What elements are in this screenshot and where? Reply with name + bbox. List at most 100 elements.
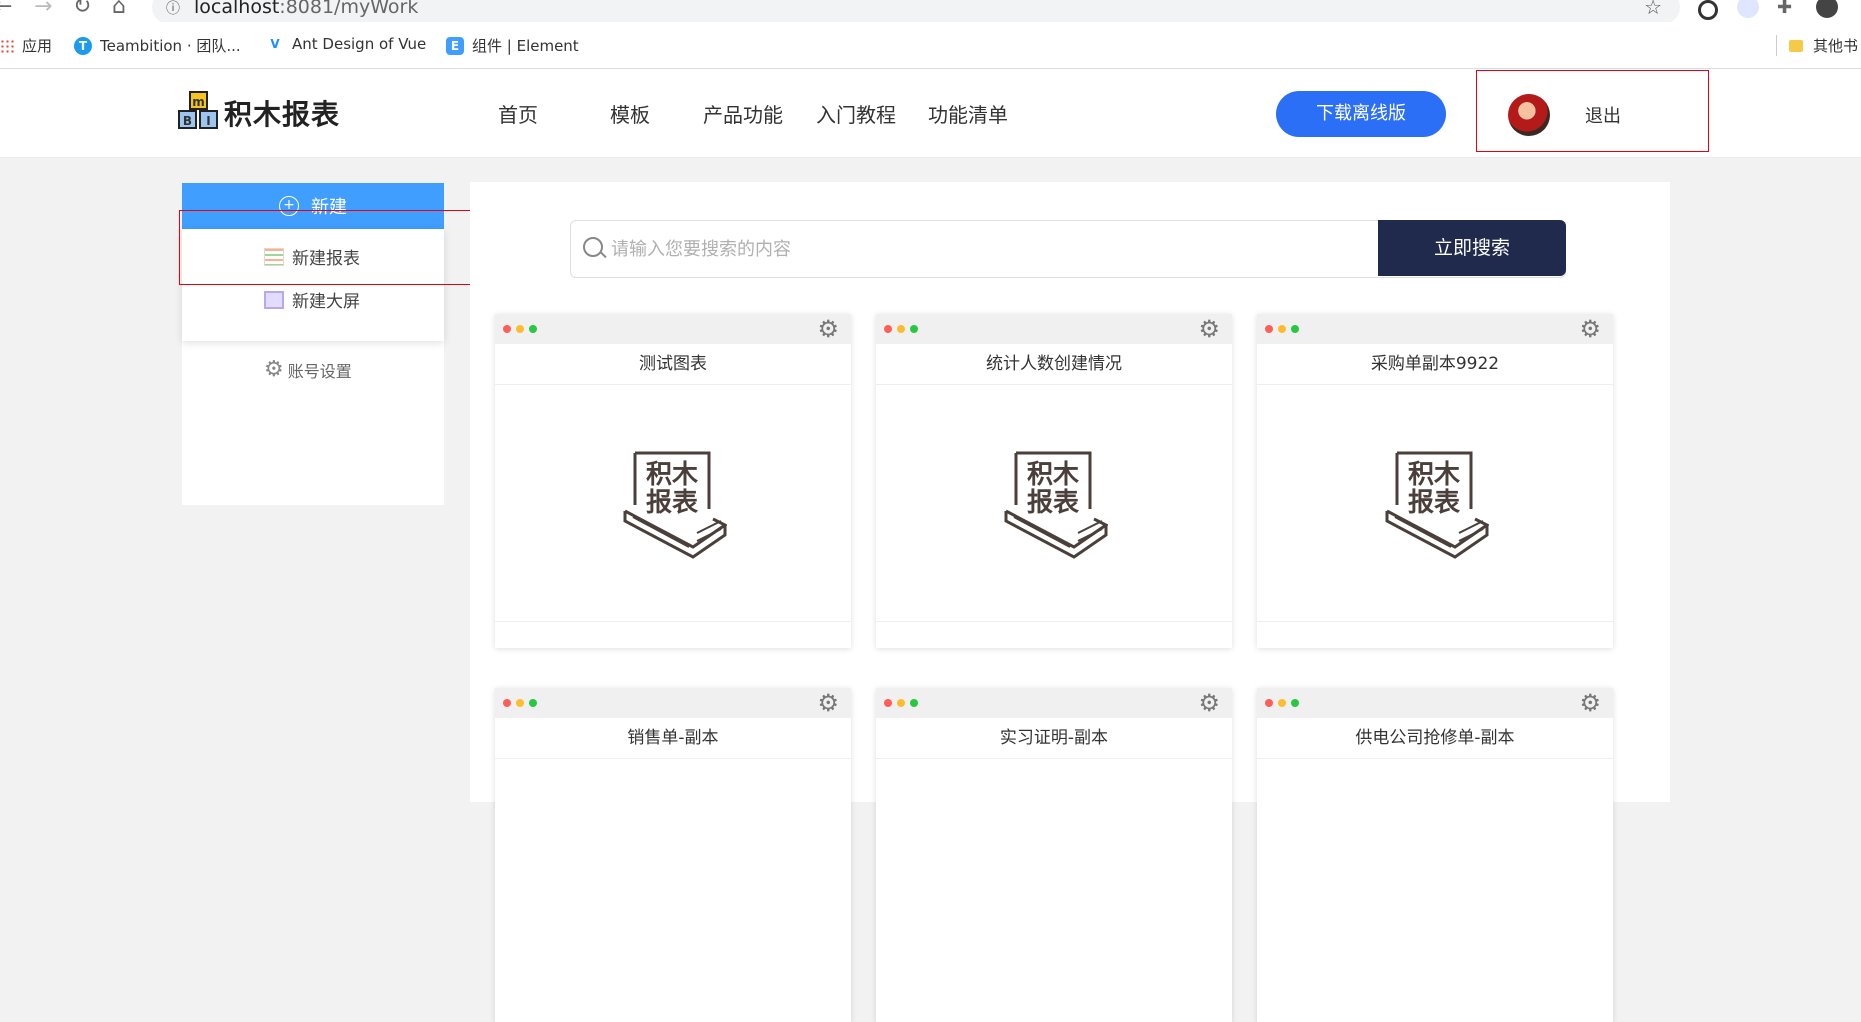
bookmark-star-icon[interactable]: ☆ <box>1644 0 1662 19</box>
back-icon[interactable]: ← <box>0 0 12 19</box>
jimu-book-logo-icon: 积木 报表 <box>1004 451 1108 559</box>
card-title: 供电公司抢修单-副本 <box>1257 718 1613 759</box>
user-area-highlight: 退出 <box>1476 70 1709 152</box>
reload-icon[interactable]: ↻ <box>73 0 91 19</box>
url-path: :8081/myWork <box>279 0 419 18</box>
nav-templates[interactable]: 模板 <box>610 99 650 128</box>
bookmark-apps[interactable]: 应用 <box>0 35 52 56</box>
yellow-dot-icon <box>897 325 905 333</box>
bookmark-antd-vue[interactable]: V Ant Design of Vue <box>266 35 426 53</box>
profile-icon[interactable] <box>1816 0 1838 18</box>
nav-home[interactable]: 首页 <box>498 99 538 128</box>
green-dot-icon <box>910 699 918 707</box>
red-dot-icon <box>884 325 892 333</box>
card-title: 统计人数创建情况 <box>876 344 1232 385</box>
yellow-dot-icon <box>1278 699 1286 707</box>
svg-text:积木: 积木 <box>646 460 698 490</box>
nav-tutorial[interactable]: 入门教程 <box>816 99 896 128</box>
red-dot-icon <box>1265 699 1273 707</box>
element-icon: E <box>446 36 464 55</box>
card-title: 测试图表 <box>495 344 851 385</box>
logo[interactable]: m B I 积木报表 <box>176 91 340 135</box>
site-info-icon[interactable]: ⓘ <box>166 0 180 18</box>
settings-gear-icon[interactable]: ⚙ <box>1198 315 1220 343</box>
antd-vue-icon: V <box>266 35 284 53</box>
bookmark-label: 组件 | Element <box>472 37 579 55</box>
extension-icon[interactable] <box>1698 0 1718 20</box>
card-title: 实习证明-副本 <box>876 718 1232 759</box>
bookmark-element[interactable]: E 组件 | Element <box>446 35 579 56</box>
green-dot-icon <box>529 699 537 707</box>
green-dot-icon <box>910 325 918 333</box>
card-toolbar: ⚙ <box>876 688 1232 718</box>
svg-text:报表: 报表 <box>646 487 699 518</box>
yellow-dot-icon <box>1278 325 1286 333</box>
nav-features[interactable]: 产品功能 <box>703 99 783 128</box>
card-thumbnail: 积木 报表 <box>1257 385 1613 622</box>
logo-letter: I <box>199 110 218 129</box>
home-icon[interactable]: ⌂ <box>112 0 126 19</box>
main-panel: 立即搜索 ⚙ 测试图表 积木 报表 ⚙ 统计人数创建 <box>470 182 1670 1022</box>
yellow-dot-icon <box>516 325 524 333</box>
search-button[interactable]: 立即搜索 <box>1378 220 1566 276</box>
settings-gear-icon[interactable]: ⚙ <box>1579 689 1601 717</box>
report-card[interactable]: ⚙ 实习证明-副本 <box>876 688 1232 1022</box>
logo-letter: m <box>189 91 208 110</box>
new-report-highlight <box>179 210 505 285</box>
card-toolbar: ⚙ <box>495 314 851 344</box>
bookmark-teambition[interactable]: T Teambition · 团队... <box>74 35 241 56</box>
logo-blocks-icon: m B I <box>176 91 220 135</box>
settings-gear-icon[interactable]: ⚙ <box>817 689 839 717</box>
extension-vue-icon[interactable] <box>1737 0 1759 18</box>
logo-letter: B <box>178 110 197 129</box>
report-card[interactable]: ⚙ 供电公司抢修单-副本 <box>1257 688 1613 1022</box>
account-settings[interactable]: ⚙ 账号设置 <box>264 357 352 382</box>
card-toolbar: ⚙ <box>1257 314 1613 344</box>
puzzle-icon[interactable]: ✚ <box>1777 0 1792 18</box>
other-bookmarks[interactable]: 其他书 <box>1776 35 1858 56</box>
menu-item-new-screen[interactable]: 新建大屏 <box>264 287 360 312</box>
card-toolbar: ⚙ <box>876 314 1232 344</box>
jimu-book-logo-icon: 积木 报表 <box>1385 451 1489 559</box>
yellow-dot-icon <box>897 699 905 707</box>
nav-feature-list[interactable]: 功能清单 <box>928 99 1008 128</box>
report-card[interactable]: ⚙ 采购单副本9922 积木 报表 <box>1257 314 1613 648</box>
card-title: 销售单-副本 <box>495 718 851 759</box>
svg-text:积木: 积木 <box>1408 460 1460 490</box>
download-offline-button[interactable]: 下载离线版 <box>1276 91 1446 137</box>
jimu-book-logo-icon: 积木 报表 <box>623 451 727 559</box>
logout-link[interactable]: 退出 <box>1585 102 1621 128</box>
settings-gear-icon[interactable]: ⚙ <box>1198 689 1220 717</box>
screen-icon <box>264 290 284 309</box>
red-dot-icon <box>1265 325 1273 333</box>
card-thumbnail: 积木 报表 <box>876 385 1232 622</box>
forward-icon[interactable]: → <box>34 0 52 19</box>
settings-gear-icon[interactable]: ⚙ <box>817 315 839 343</box>
svg-text:报表: 报表 <box>1408 487 1461 518</box>
green-dot-icon <box>1291 699 1299 707</box>
url-text: localhost:8081/myWork <box>194 0 418 18</box>
url-host: localhost <box>194 0 280 18</box>
svg-text:积木: 积木 <box>1027 460 1079 490</box>
menu-item-label: 新建大屏 <box>292 292 360 312</box>
app-header: m B I 积木报表 首页 模板 产品功能 入门教程 功能清单 下载离线版 退出 <box>0 69 1861 158</box>
bookmarks-bar: 应用 T Teambition · 团队... V Ant Design of … <box>0 22 1861 69</box>
svg-text:报表: 报表 <box>1027 487 1080 518</box>
card-title: 采购单副本9922 <box>1257 344 1613 385</box>
green-dot-icon <box>529 325 537 333</box>
avatar[interactable] <box>1508 94 1550 136</box>
report-card[interactable]: ⚙ 销售单-副本 <box>495 688 851 1022</box>
search-input[interactable] <box>609 223 1253 275</box>
settings-gear-icon[interactable]: ⚙ <box>1579 315 1601 343</box>
report-card[interactable]: ⚙ 统计人数创建情况 积木 报表 <box>876 314 1232 648</box>
card-toolbar: ⚙ <box>495 688 851 718</box>
other-bookmarks-label: 其他书 <box>1813 37 1859 55</box>
gear-icon: ⚙ <box>264 357 284 382</box>
folder-icon <box>1789 39 1803 52</box>
browser-toolbar: ← → ↻ ⌂ ⓘ localhost:8081/myWork ☆ ✚ <box>0 0 1861 24</box>
search-icon <box>583 237 603 257</box>
report-card[interactable]: ⚙ 测试图表 积木 报表 <box>495 314 851 648</box>
account-settings-label: 账号设置 <box>287 361 352 381</box>
address-bar[interactable]: ⓘ localhost:8081/myWork ☆ <box>152 0 1680 24</box>
bookmark-label: Ant Design of Vue <box>292 35 427 53</box>
